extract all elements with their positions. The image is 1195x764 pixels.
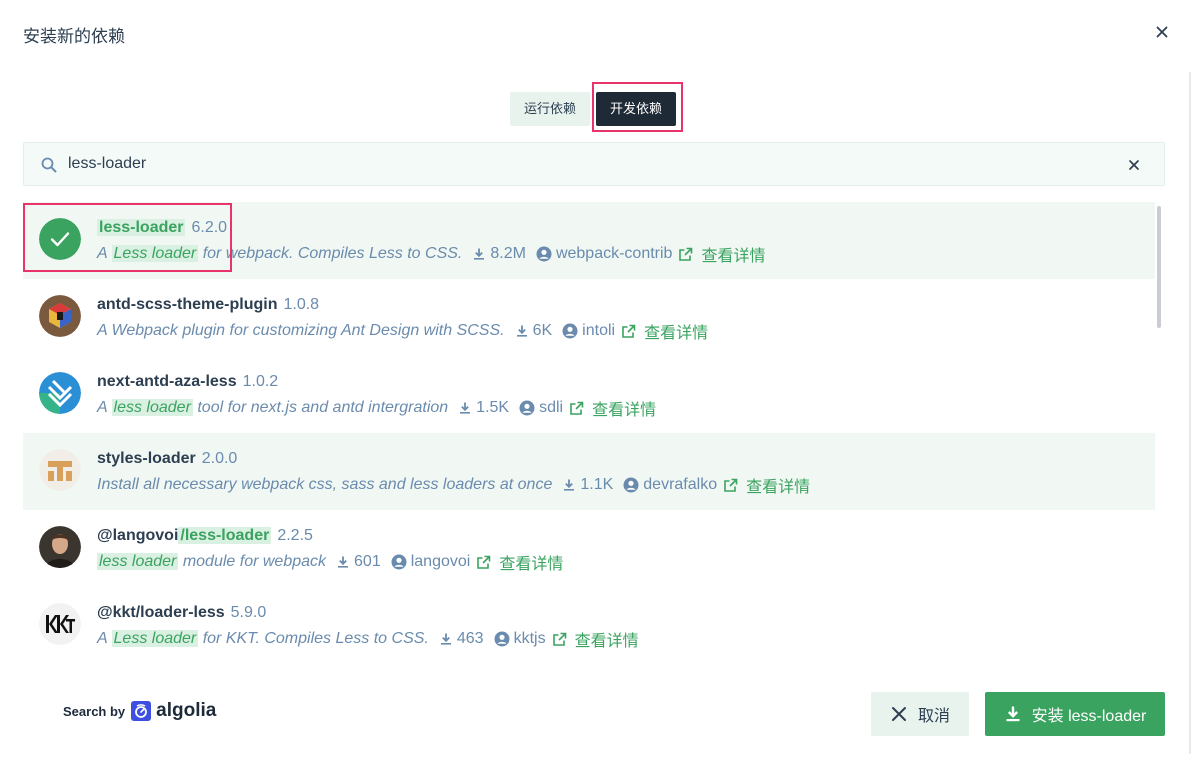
package-search-box (23, 142, 1165, 186)
identicon-avatar (39, 449, 81, 491)
package-name: next-antd-aza-less (97, 373, 237, 390)
user-photo-avatar (39, 526, 81, 568)
package-meta: A Webpack plugin for customizing Ant Des… (97, 319, 708, 343)
download-icon (1006, 706, 1020, 722)
install-dependency-dialog: 安装新的依赖 运行依赖 开发依赖 less-loader less-loader… (0, 0, 1195, 764)
package-meta: A less loader tool for next.js and antd … (97, 396, 656, 420)
view-details-link[interactable]: 查看详情 (552, 627, 639, 651)
package-title: @kkt/loader-less 5.9.0 (97, 604, 266, 622)
dialog-title: 安装新的依赖 (23, 27, 125, 46)
close-dialog-button[interactable] (1152, 22, 1172, 42)
package-meta: Install all necessary webpack css, sass … (97, 473, 810, 497)
download-icon (338, 556, 349, 568)
cancel-button-label: 取消 (917, 708, 950, 725)
package-title: next-antd-aza-less 1.0.2 (97, 373, 278, 391)
package-author: sdli (519, 399, 563, 417)
external-link-icon (622, 324, 636, 338)
download-count: 1.5K (458, 399, 509, 417)
package-author: kktjs (494, 630, 546, 648)
package-author: webpack-contrib (536, 245, 672, 263)
external-link-icon (552, 632, 566, 646)
download-icon (564, 479, 575, 491)
clear-search-icon[interactable] (1125, 156, 1143, 174)
result-row-antd-scss-theme-plugin[interactable]: antd-scss-theme-plugin 1.0.8 A Webpack pl… (23, 279, 1155, 356)
cube-avatar (39, 295, 81, 337)
package-version: 1.0.2 (242, 373, 279, 390)
package-version: 1.0.8 (283, 296, 320, 313)
package-name-match: /less-loader (178, 527, 272, 544)
user-icon (494, 631, 510, 647)
external-link-icon (570, 401, 584, 415)
download-count: 6K (515, 322, 552, 340)
download-icon (440, 633, 451, 645)
download-icon (474, 248, 485, 260)
package-title: @langovoi/less-loader 2.2.5 (97, 527, 313, 545)
package-description: A Webpack plugin for customizing Ant Des… (97, 322, 505, 339)
package-meta: A Less loader for KKT. Compiles Less to … (97, 627, 639, 651)
view-details-link[interactable]: 查看详情 (723, 473, 810, 497)
view-details-link[interactable]: 查看详情 (621, 319, 708, 343)
algolia-brand: algolia (156, 700, 217, 721)
download-icon (516, 325, 527, 337)
results-scrollbar[interactable] (1157, 206, 1161, 328)
search-by-label: Search by (63, 703, 126, 719)
package-title: styles-loader 2.0.0 (97, 450, 237, 468)
package-meta: less loader module for webpack 601 lango… (97, 550, 563, 574)
package-description: Install all necessary webpack css, sass … (97, 476, 553, 493)
download-icon (460, 402, 471, 414)
package-name: styles-loader (97, 450, 196, 467)
package-version: 2.2.5 (277, 527, 313, 544)
result-row-next-antd-aza-less[interactable]: next-antd-aza-less 1.0.2 A less loader to… (23, 356, 1155, 433)
package-description: A less loader tool for next.js and antd … (97, 399, 449, 416)
package-title: antd-scss-theme-plugin 1.0.8 (97, 296, 319, 314)
view-details-link[interactable]: 查看详情 (678, 242, 765, 266)
close-icon (891, 707, 906, 721)
package-name: @kkt/loader-less (97, 604, 225, 621)
download-count: 1.1K (562, 476, 613, 494)
algolia-logo-icon (131, 701, 152, 721)
result-row-langovoi-less-loader[interactable]: @langovoi/less-loader 2.2.5 less loader m… (23, 510, 1155, 587)
identicon-avatar (39, 372, 81, 414)
view-details-link[interactable]: 查看详情 (569, 396, 656, 420)
package-description: A Less loader for KKT. Compiles Less to … (97, 630, 429, 647)
package-author: intoli (562, 322, 615, 340)
download-count: 8.2M (472, 245, 526, 263)
dialog-edge (1189, 72, 1191, 754)
result-row-styles-loader[interactable]: styles-loader 2.0.0 Install all necessary… (23, 433, 1155, 510)
result-row-kkt-loader-less[interactable]: @kkt/loader-less 5.9.0 A Less loader for … (23, 587, 1155, 664)
kkt-logo-avatar (39, 603, 81, 645)
install-button-label: 安装 less-loader (1031, 708, 1147, 725)
annotation-highlight-tab (592, 82, 683, 132)
user-icon (391, 554, 407, 570)
package-author: devrafalko (623, 476, 717, 494)
package-version: 5.9.0 (230, 604, 267, 621)
external-link-icon (679, 247, 693, 261)
user-icon (623, 477, 639, 493)
cancel-button[interactable]: 取消 (871, 692, 969, 736)
package-version: 2.0.0 (201, 450, 238, 467)
install-button[interactable]: 安装 less-loader (985, 692, 1165, 736)
user-icon (519, 400, 535, 416)
user-icon (536, 246, 552, 262)
close-icon (1156, 26, 1168, 38)
package-name: antd-scss-theme-plugin (97, 296, 278, 313)
tab-runtime-dependencies[interactable]: 运行依赖 (510, 92, 591, 126)
external-link-icon (477, 555, 491, 569)
package-author: langovoi (391, 553, 470, 571)
external-link-icon (724, 478, 738, 492)
search-icon (41, 157, 57, 173)
view-details-link[interactable]: 查看详情 (476, 550, 563, 574)
package-scope: @langovoi (97, 527, 179, 544)
package-search-input[interactable] (68, 143, 1068, 185)
download-count: 601 (336, 553, 381, 571)
search-by-algolia[interactable]: Search by algolia (63, 700, 216, 722)
download-count: 463 (439, 630, 484, 648)
user-icon (562, 323, 578, 339)
annotation-highlight-result (23, 203, 232, 272)
package-description: less loader module for webpack (97, 553, 327, 570)
